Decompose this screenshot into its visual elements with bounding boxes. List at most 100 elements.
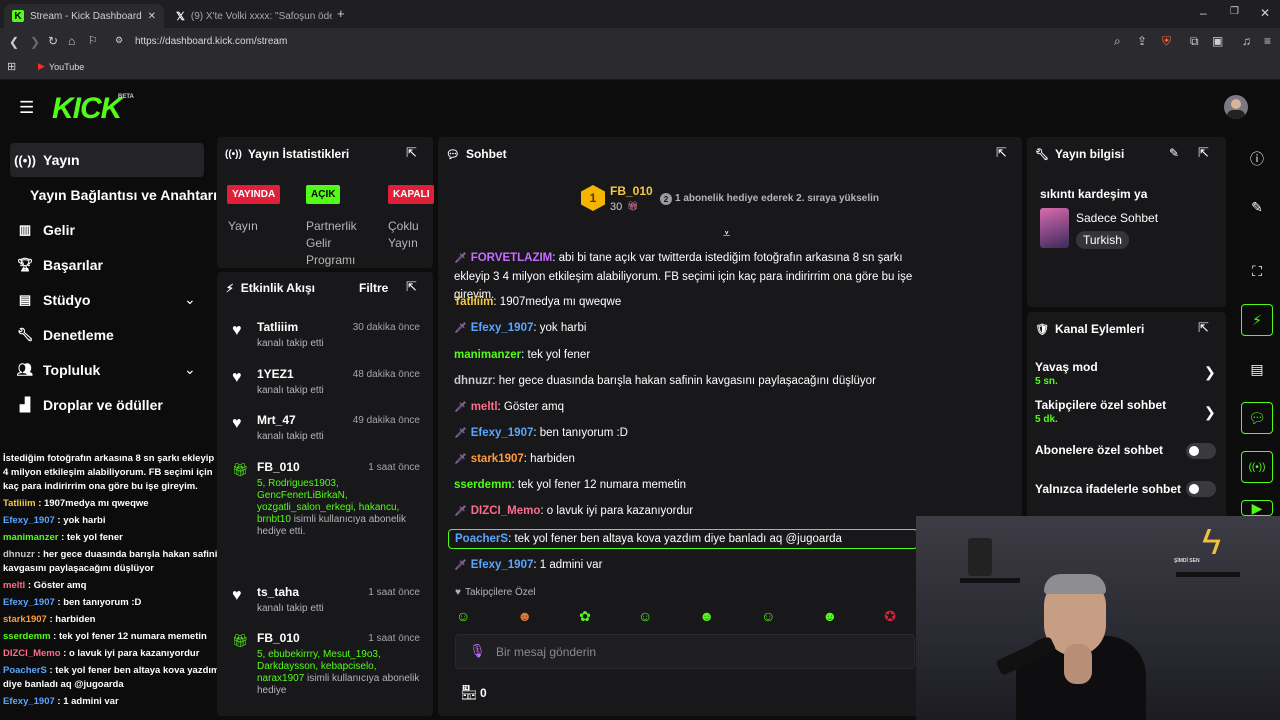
emote-icon[interactable]: ☻	[822, 608, 837, 624]
popout-icon[interactable]: ⇱	[1198, 320, 1209, 336]
sidebar-item-droplar[interactable]: ▟ Droplar ve ödüller	[16, 397, 163, 413]
bookmark-icon[interactable]: ⚐	[88, 34, 98, 47]
back-icon[interactable]: ❮	[9, 35, 19, 49]
overlay-chat-line: manimanzer : tek yol fener	[3, 531, 228, 545]
menu-icon[interactable]: ≡	[1264, 34, 1271, 48]
moderator-sword-icon: 🗡︎	[454, 323, 467, 334]
bolt-icon[interactable]: ⚡︎	[1241, 304, 1273, 336]
sidebar-toggle-icon[interactable]: ▣	[1212, 34, 1223, 48]
forward-icon[interactable]: ❯	[30, 35, 40, 49]
emote-only-label: Yalnızca ifadelerle sohbet	[1035, 482, 1182, 496]
chat-username[interactable]: meltl	[471, 401, 498, 413]
hamburger-menu-icon[interactable]: ☰	[19, 98, 34, 118]
info-icon[interactable]: ⓘ	[1241, 143, 1273, 175]
sidebar-item-topluluk[interactable]: 👥︎ Topluluk	[16, 362, 101, 378]
extensions-icon[interactable]: ⧉	[1190, 34, 1199, 49]
sidebar-item-basarilar[interactable]: 🏆︎ Başarılar	[16, 257, 103, 273]
chat-username[interactable]: DIZCI_Memo	[471, 505, 541, 517]
sidebar-item-stream-key[interactable]: Yayın Bağlantısı ve Anahtarı	[30, 187, 217, 203]
home-icon[interactable]: ⌂	[68, 34, 75, 48]
sidebar-item-denetleme[interactable]: 🔧︎ Denetleme	[16, 327, 114, 343]
broadcast-icon[interactable]: ((•))	[1241, 451, 1273, 483]
collapse-leaderboard-icon[interactable]: ⩡	[723, 226, 730, 242]
sidebar-item-gelir[interactable]: ▥ Gelir	[16, 222, 75, 238]
close-tab-icon[interactable]: ✕	[148, 11, 156, 22]
crop-icon[interactable]: ⛶	[1241, 255, 1273, 287]
emote-icon[interactable]: ☺	[456, 608, 470, 624]
chat-username[interactable]: stark1907	[471, 453, 524, 465]
notes-icon[interactable]: ▤	[1241, 353, 1273, 385]
edit-icon[interactable]: ✎	[1169, 146, 1179, 160]
reload-icon[interactable]: ↻	[48, 34, 58, 48]
minimize-icon[interactable]: –	[1200, 6, 1207, 20]
overlay-chat-user: dhnuzr	[3, 549, 35, 560]
filter-button[interactable]: Filtre	[359, 281, 388, 295]
tab-kick-dashboard[interactable]: K Stream - Kick Dashboard ✕	[4, 4, 164, 28]
new-tab-icon[interactable]: +	[337, 6, 345, 21]
chevron-down-icon[interactable]: ⌄	[184, 291, 196, 308]
chat-bubble-icon[interactable]: 💬︎	[1241, 402, 1273, 434]
popout-icon[interactable]: ⇱	[1198, 145, 1209, 161]
event-user[interactable]: FB_010	[257, 631, 300, 645]
popout-icon[interactable]: ⇱	[996, 145, 1007, 161]
share-icon[interactable]: ⇪	[1137, 34, 1147, 48]
emote-icon[interactable]: ✿	[579, 608, 591, 625]
chat-username[interactable]: dhnuzr	[454, 375, 492, 387]
chevron-down-icon[interactable]: ⌄	[184, 361, 196, 378]
chat-username[interactable]: PoacherS	[455, 533, 508, 545]
sidebar-item-yayin[interactable]: ((•)) Yayın	[14, 152, 80, 168]
brave-shield-icon[interactable]: ⛨	[1162, 34, 1171, 49]
rank-2-icon: 2	[660, 193, 672, 205]
zoom-icon[interactable]: ⌕	[1114, 34, 1121, 49]
leader-name[interactable]: FB_010	[610, 184, 653, 198]
category-name[interactable]: Sadece Sohbet	[1076, 211, 1158, 225]
event-user[interactable]: ts_taha	[257, 585, 299, 599]
chat-username[interactable]: sserdemm	[454, 479, 512, 491]
url-input[interactable]: https://dashboard.kick.com/stream	[135, 32, 1135, 52]
activity-event: ♥ 1YEZ1 48 dakika önce kanalı takip etti	[228, 367, 428, 407]
event-user[interactable]: Tatliiim	[257, 320, 298, 334]
edit-icon[interactable]: ✎	[1241, 191, 1273, 223]
chat-username[interactable]: Efexy_1907	[471, 322, 534, 334]
bookmark-youtube[interactable]: ▶ YouTube	[38, 61, 84, 72]
maximize-icon[interactable]: ❐	[1230, 6, 1239, 17]
mic-icon[interactable]: 🎙︎	[469, 643, 486, 659]
subscribers-only-toggle[interactable]	[1186, 443, 1216, 459]
sidebar-item-studyo[interactable]: ▤ Stüdyo	[16, 292, 91, 308]
kick-logo[interactable]: KICK	[52, 92, 122, 126]
chevron-right-icon[interactable]: ❯	[1204, 404, 1216, 421]
site-info-icon[interactable]: ⚙	[115, 35, 123, 46]
chat-text: : 1 admini var	[533, 559, 603, 571]
chat-username[interactable]: Tatliiim	[454, 296, 493, 308]
chat-username[interactable]: Efexy_1907	[471, 427, 534, 439]
popout-icon[interactable]: ⇱	[406, 279, 417, 295]
popout-icon[interactable]: ⇱	[406, 145, 417, 161]
tab-x-post[interactable]: 𝕏 (9) X'te Volki xxxx: "Safoşun ödediği …	[168, 4, 332, 28]
event-user[interactable]: Mrt_47	[257, 413, 296, 427]
emote-icon[interactable]: ☺	[761, 608, 775, 624]
emote-icon[interactable]: ☺	[638, 608, 652, 624]
stream-info-title: 🔧︎ Yayın bilgisi	[1035, 147, 1124, 161]
event-user[interactable]: FB_010	[257, 460, 300, 474]
apps-grid-icon[interactable]: ⊞	[7, 60, 16, 73]
avatar[interactable]	[1224, 95, 1248, 119]
sidebar-item-label: Stüdyo	[43, 292, 91, 308]
emote-only-toggle[interactable]	[1186, 481, 1216, 497]
chat-message: 🗡︎ DIZCI_Memo: o lavuk iyi para kazanıyor…	[454, 502, 914, 521]
emote-icon[interactable]: ☻	[517, 608, 532, 624]
media-icon[interactable]: ♫	[1242, 34, 1251, 48]
chat-username[interactable]: FORVETLAZIM	[471, 252, 553, 264]
store-icon[interactable]: 🏪︎	[460, 684, 478, 701]
camera-icon[interactable]: ▶	[1241, 500, 1273, 516]
close-window-icon[interactable]: ✕	[1260, 6, 1270, 20]
event-user[interactable]: 1YEZ1	[257, 367, 294, 381]
chat-username[interactable]: manimanzer	[454, 349, 521, 361]
trophy-icon: 🏆︎	[16, 257, 34, 272]
emote-icon[interactable]: ☻	[699, 608, 714, 624]
emote-icon[interactable]: ✪	[884, 608, 896, 625]
chat-input[interactable]: 🎙︎ Bir mesaj gönderin	[455, 634, 915, 669]
chevron-right-icon[interactable]: ❯	[1204, 364, 1216, 381]
youtube-icon: ▶	[38, 61, 45, 71]
chat-username[interactable]: Efexy_1907	[471, 559, 534, 571]
chat-text: : tek yol fener	[521, 349, 591, 361]
